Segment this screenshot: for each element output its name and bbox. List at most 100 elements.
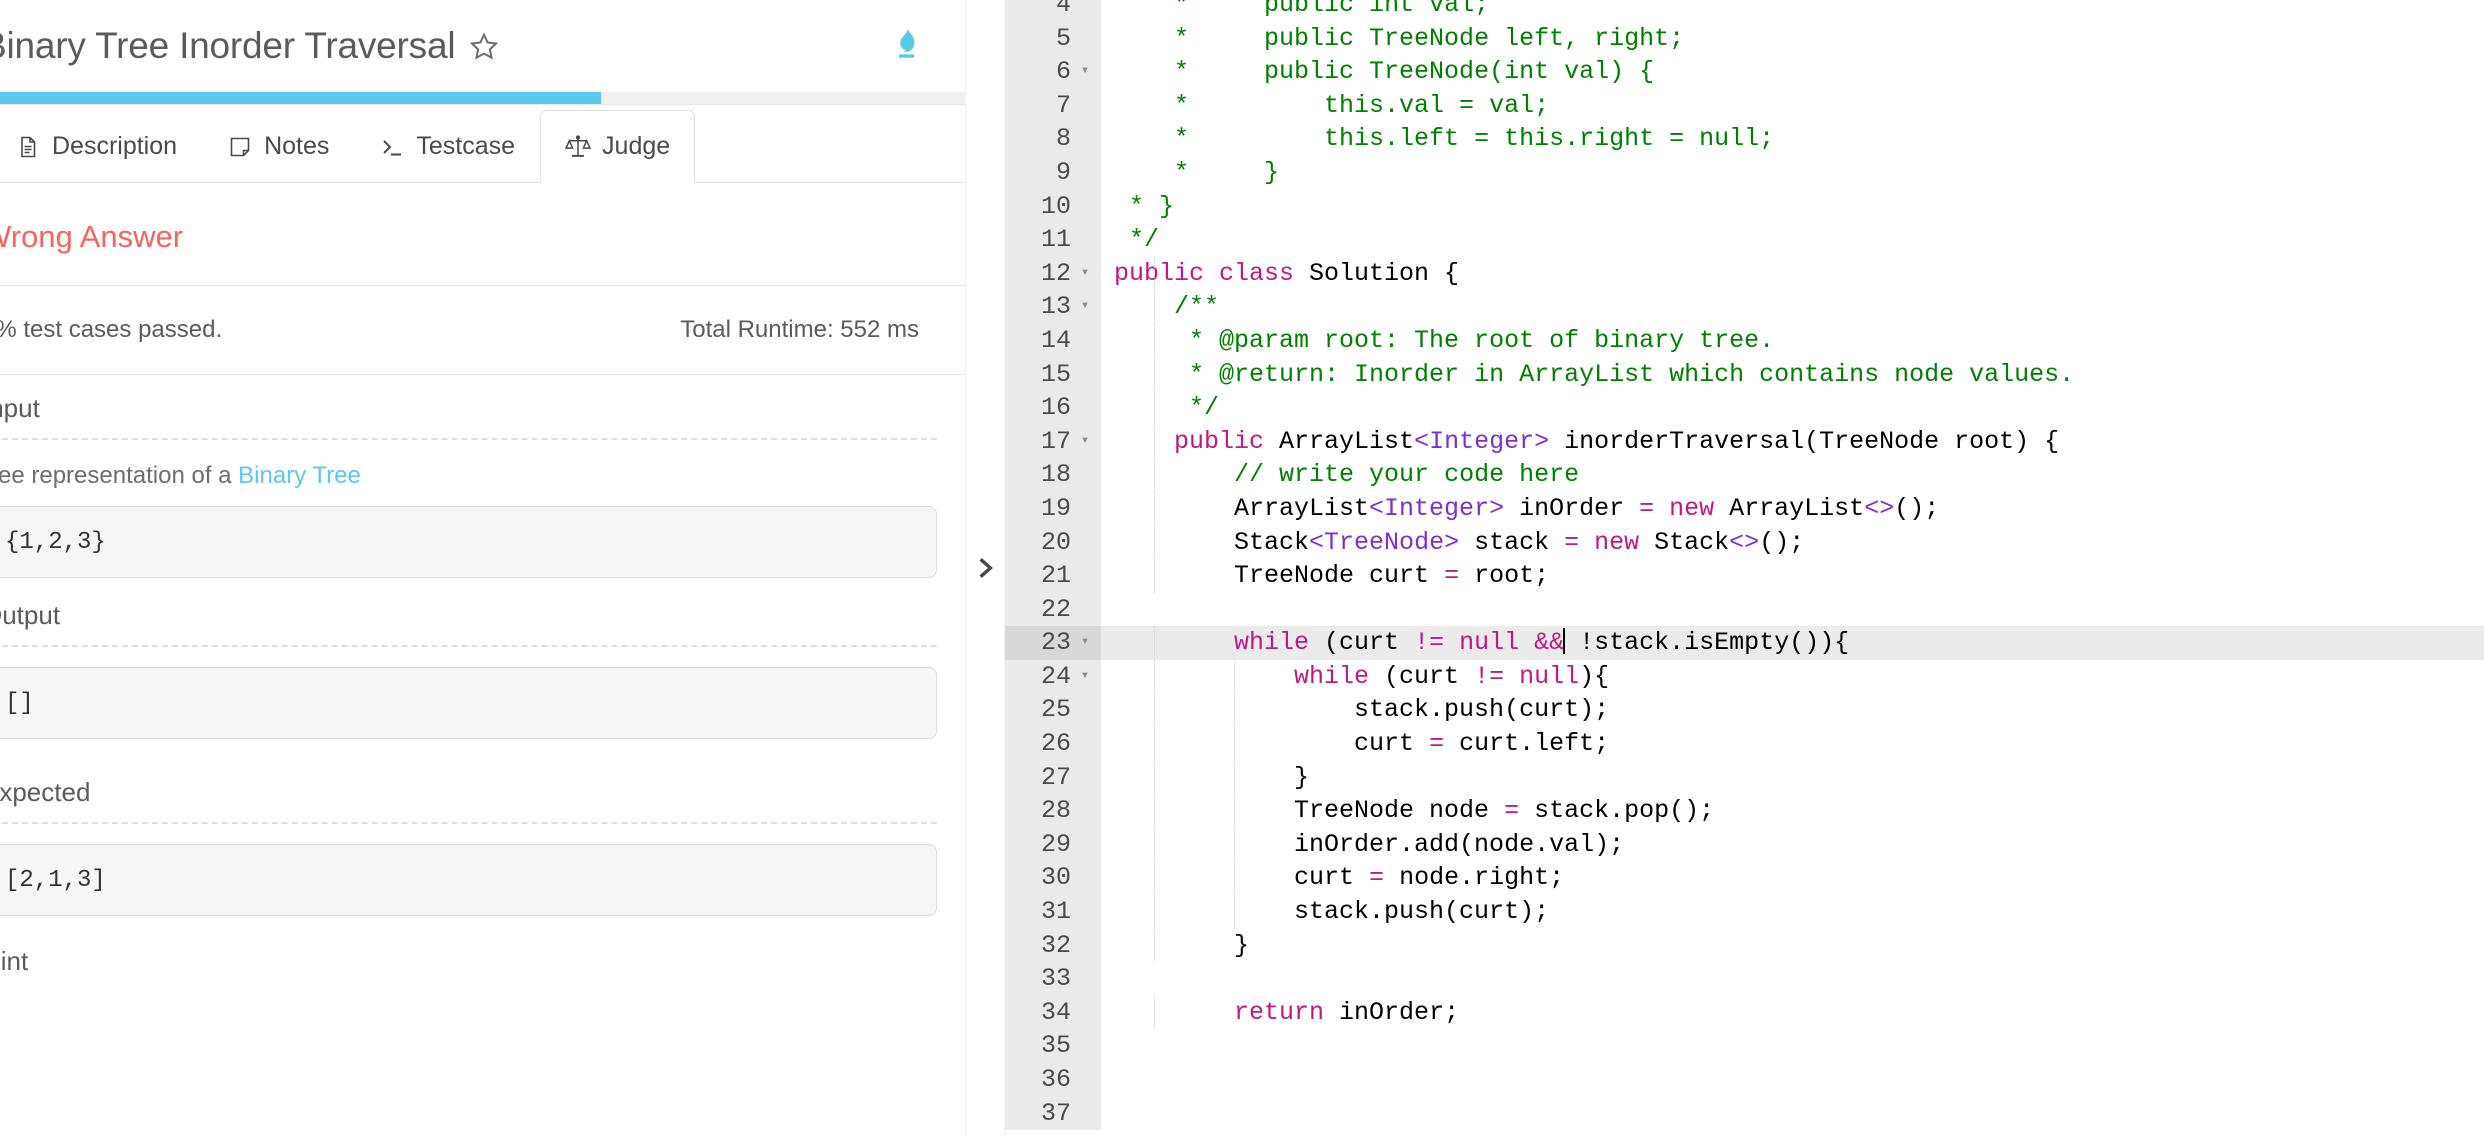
code-token: = [1564, 527, 1580, 557]
ink-flame-icon[interactable] [883, 23, 929, 69]
line-number: 8 [1005, 122, 1101, 156]
code-line-text: * this.val = val; [1101, 89, 2484, 123]
code-token: Stack [1114, 527, 1310, 557]
code-line[interactable]: 35 [1005, 1029, 2484, 1063]
expected-value-box: [2,1,3] [0, 844, 937, 916]
line-number: 34 [1005, 995, 1101, 1030]
panel-collapse-handle[interactable] [965, 0, 1005, 1136]
code-token: curt [1114, 863, 1370, 893]
code-lines-container: 4 * public int val; 5 * public TreeNode l… [1005, 0, 2484, 1131]
tab-notes[interactable]: Notes [202, 110, 354, 182]
hint-label: Hint [0, 946, 29, 976]
code-line[interactable]: 28 TreeNode node = stack.pop(); [1005, 794, 2484, 828]
fold-toggle-icon[interactable]: ▾ [1077, 626, 1093, 660]
code-token: = [1429, 729, 1445, 759]
code-line[interactable]: 11 */ [1005, 223, 2484, 257]
line-number: 4 [1005, 0, 1101, 22]
binary-tree-link[interactable]: Binary Tree [238, 462, 361, 489]
code-line-text: while (curt != null && !stack.isEmpty())… [1101, 626, 2484, 660]
code-line-text: * public int val; [1101, 0, 2484, 22]
code-line[interactable]: 9 * } [1005, 155, 2484, 190]
code-line[interactable]: 32 } [1005, 928, 2484, 963]
code-line[interactable]: 29 inOrder.add(node.val); [1005, 827, 2484, 862]
tab-testcase[interactable]: Testcase [354, 110, 540, 182]
code-line[interactable]: 16 */ [1005, 391, 2484, 425]
code-line[interactable]: 7 * this.val = val; [1005, 88, 2484, 123]
code-token: stack.pop(); [1519, 796, 1715, 826]
note-icon [227, 134, 253, 160]
code-line[interactable]: 10 * } [1005, 189, 2484, 224]
code-token: = [1504, 796, 1520, 826]
line-number: 28 [1005, 794, 1101, 828]
code-line[interactable]: 22 [1005, 592, 2484, 627]
fold-toggle-icon[interactable]: ▾ [1077, 660, 1093, 694]
code-line[interactable]: 6 ▾ * public TreeNode(int val) { [1005, 55, 2484, 89]
code-token: return [1234, 997, 1325, 1027]
code-line[interactable]: 18 // write your code here [1005, 458, 2484, 492]
code-token: <> [1729, 527, 1760, 557]
code-token: // write your code here [1234, 460, 1580, 490]
code-line-text: while (curt != null){ [1101, 659, 2484, 694]
code-line-text: curt = curt.left; [1101, 727, 2484, 761]
line-number: 27 [1005, 760, 1101, 795]
code-token: new [1669, 493, 1715, 523]
code-token: * } [1129, 191, 1175, 221]
code-line[interactable]: 31 stack.push(curt); [1005, 895, 2484, 929]
code-line[interactable]: 23 ▾ while (curt != null && !stack.isEmpt… [1005, 626, 2484, 660]
code-line[interactable]: 21 TreeNode curt = root; [1005, 559, 2484, 593]
code-token: TreeNode curt [1114, 561, 1445, 591]
code-line[interactable]: 14 * @param root: The root of binary tre… [1005, 323, 2484, 358]
code-token: ){ [1579, 661, 1610, 691]
code-token: * this.left = this.right = null; [1174, 124, 1775, 154]
code-line[interactable]: 8 * this.left = this.right = null; [1005, 122, 2484, 156]
fold-toggle-icon[interactable]: ▾ [1077, 425, 1093, 459]
code-token: Stack [1639, 527, 1730, 557]
code-token: * public TreeNode left, right; [1174, 23, 1685, 53]
code-line[interactable]: 25 stack.push(curt); [1005, 693, 2484, 728]
document-icon [15, 134, 41, 160]
code-line[interactable]: 15 * @return: Inorder in ArrayList which… [1005, 357, 2484, 392]
code-token: (); [1759, 527, 1805, 557]
code-token: inOrder; [1324, 997, 1460, 1027]
code-line-text: public ArrayList<Integer> inorderTravers… [1101, 424, 2484, 459]
code-line[interactable]: 13 ▾ /** [1005, 290, 2484, 324]
code-line[interactable]: 17 ▾ public ArrayList<Integer> inorderTra… [1005, 424, 2484, 459]
code-line[interactable]: 20 Stack<TreeNode> stack = new Stack<>()… [1005, 525, 2484, 560]
code-line[interactable]: 4 * public int val; [1005, 0, 2484, 22]
expected-value: [2,1,3] [5, 866, 106, 894]
star-outline-icon[interactable] [469, 31, 499, 61]
line-number: 26 [1005, 727, 1101, 761]
cases-passed-text: 0% test cases passed. [0, 316, 223, 343]
fold-toggle-icon[interactable]: ▾ [1077, 290, 1093, 324]
code-token: new [1594, 527, 1640, 557]
code-line[interactable]: 34 return inOrder; [1005, 995, 2484, 1030]
code-line[interactable]: 24 ▾ while (curt != null){ [1005, 659, 2484, 694]
code-line[interactable]: 27 } [1005, 760, 2484, 795]
tab-description[interactable]: Description [0, 110, 202, 182]
fold-toggle-icon[interactable]: ▾ [1077, 55, 1093, 89]
code-line[interactable]: 19 ArrayList<Integer> inOrder = new Arra… [1005, 491, 2484, 526]
code-line[interactable]: 5 * public TreeNode left, right; [1005, 21, 2484, 56]
code-editor[interactable]: 4 * public int val; 5 * public TreeNode l… [1005, 0, 2484, 1136]
code-token: <Integer> [1369, 493, 1505, 523]
line-number: 21 [1005, 559, 1101, 593]
code-token: inorderTraversal(TreeNode root) { [1549, 426, 2060, 456]
code-line[interactable]: 26 curt = curt.left; [1005, 727, 2484, 761]
tab-judge[interactable]: Judge [540, 110, 696, 183]
code-token: stack.push(curt); [1114, 897, 1550, 927]
code-line[interactable]: 37 [1005, 1096, 2484, 1131]
code-line[interactable]: 36 [1005, 1063, 2484, 1097]
code-line[interactable]: 33 [1005, 962, 2484, 996]
line-number: 10 [1005, 189, 1101, 224]
code-line[interactable]: 12 ▾ public class Solution { [1005, 256, 2484, 291]
scales-icon [565, 134, 592, 160]
fold-toggle-icon[interactable]: ▾ [1077, 257, 1093, 291]
code-line-text: * } [1101, 156, 2484, 190]
code-line[interactable]: 30 curt = node.right; [1005, 861, 2484, 896]
problem-panel: Binary Tree Inorder Traversal Descriptio… [0, 0, 965, 1136]
code-token: * [1174, 0, 1190, 19]
